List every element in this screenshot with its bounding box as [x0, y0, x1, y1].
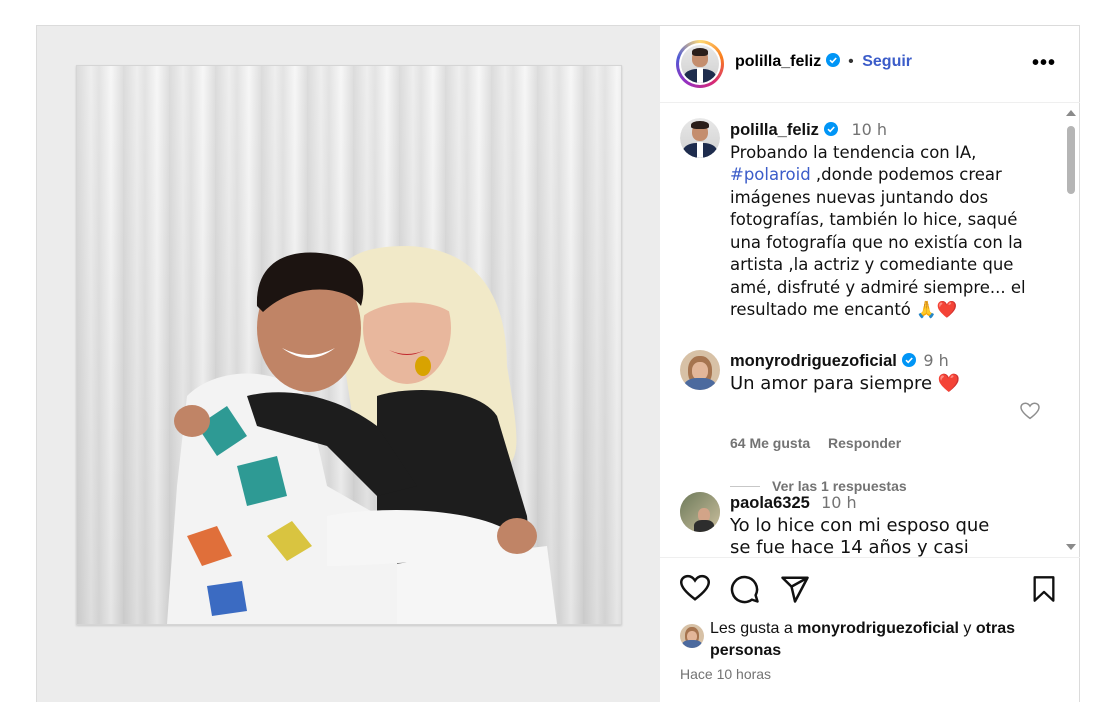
comments-list[interactable]: polilla_feliz 10 h Probando la tendencia…	[660, 104, 1080, 558]
likes-summary: Les gusta a monyrodriguezoficial y otras…	[680, 618, 1060, 662]
reply-button[interactable]: Responder	[828, 435, 901, 451]
comment-1-actions: 64 Me gusta Responder	[730, 435, 915, 451]
save-bookmark-icon[interactable]	[1030, 574, 1058, 604]
liker-username[interactable]: monyrodriguezoficial	[797, 620, 959, 637]
comment-2-text: Yo lo hice con mi esposo que se fue hace…	[730, 514, 990, 558]
comment-1-text: Un amor para siempre ❤️	[730, 372, 961, 394]
scroll-up-arrow-icon[interactable]	[1066, 110, 1076, 116]
hashtag-link[interactable]: #polaroid	[730, 165, 811, 184]
caption-author-avatar[interactable]	[680, 118, 720, 158]
replies-divider	[730, 485, 760, 487]
caption-text-rest: ,donde podemos crear imágenes nuevas jun…	[730, 165, 1026, 319]
comment-2-username[interactable]: paola6325	[730, 494, 810, 512]
post-photo-illustration	[77, 66, 621, 624]
post-photo[interactable]	[77, 66, 621, 624]
comments-scrollbar[interactable]	[1064, 110, 1076, 550]
post-header: polilla_feliz • Seguir •••	[660, 26, 1080, 103]
share-paper-plane-icon[interactable]	[780, 574, 810, 604]
separator-dot: •	[848, 53, 854, 70]
caption-text-start: Probando la tendencia con IA,	[730, 142, 977, 162]
verified-badge-icon	[824, 122, 839, 136]
author-avatar[interactable]	[676, 40, 724, 88]
comment-1-username[interactable]: monyrodriguezoficial	[730, 352, 897, 370]
comment-1-time: 9 h	[923, 351, 949, 370]
verified-badge-icon	[902, 353, 917, 367]
comment-2-time: 10 h	[821, 493, 857, 512]
comment-like-heart-icon[interactable]	[1020, 402, 1040, 420]
commenter-avatar[interactable]	[680, 492, 720, 532]
post-timestamp[interactable]: Hace 10 horas	[680, 666, 771, 682]
likes-connector: y	[958, 620, 976, 637]
scroll-down-arrow-icon[interactable]	[1066, 544, 1076, 550]
comment-1: monyrodriguezoficial 9 h Un amor para si…	[730, 350, 1010, 395]
caption-time: 10 h	[851, 120, 888, 139]
more-options-icon[interactable]: •••	[1032, 52, 1056, 75]
scrollbar-thumb[interactable]	[1067, 126, 1075, 194]
comment-2: paola6325 10 h Yo lo hice con mi esposo …	[730, 492, 1000, 558]
post-details-panel: polilla_feliz • Seguir ••• polilla_feliz…	[660, 25, 1080, 702]
caption: polilla_feliz 10 h Probando la tendencia…	[730, 119, 1050, 322]
comment-bubble-icon[interactable]	[730, 574, 760, 604]
like-heart-icon[interactable]	[680, 574, 710, 602]
verified-badge-icon	[825, 53, 840, 67]
comment-1-likes[interactable]: 64 Me gusta	[730, 435, 810, 451]
likes-text: Les gusta a monyrodriguezoficial y otras…	[680, 618, 1060, 662]
liker-avatar[interactable]	[680, 624, 704, 648]
commenter-avatar[interactable]	[680, 350, 720, 390]
caption-username[interactable]: polilla_feliz	[730, 121, 819, 139]
likes-prefix: Les gusta a	[710, 620, 798, 637]
post-actions-bar	[660, 574, 1080, 614]
follow-button[interactable]: Seguir	[862, 53, 912, 70]
author-username[interactable]: polilla_feliz	[735, 53, 821, 70]
